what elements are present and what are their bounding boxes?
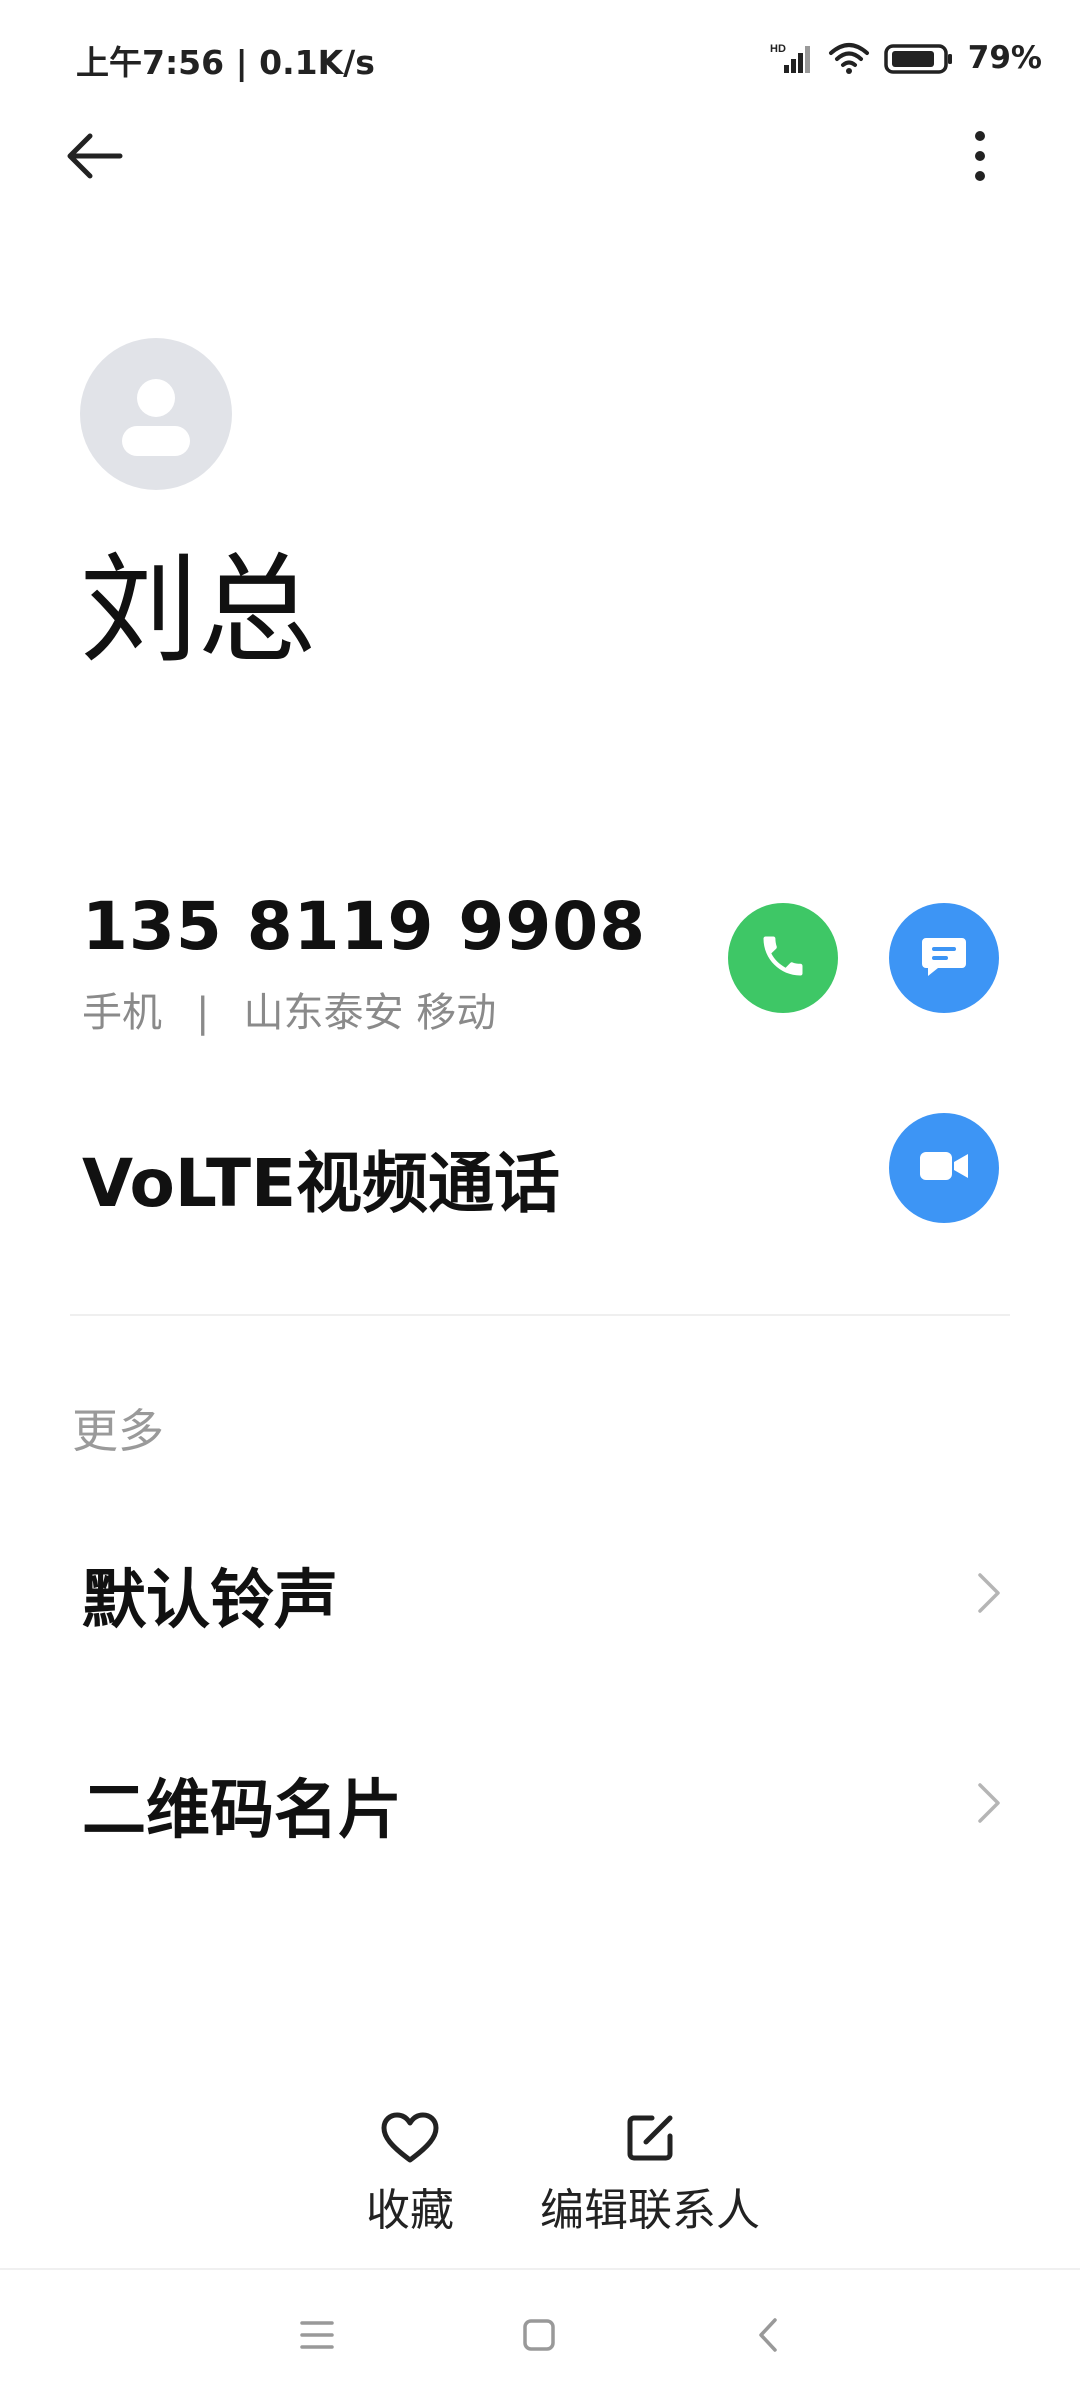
system-nav-bar [0, 2270, 1080, 2400]
contact-name: 刘总 [80, 541, 317, 679]
menu-icon [282, 2321, 352, 2374]
wifi-icon [828, 41, 870, 75]
edit-contact-label: 编辑联系人 [540, 2185, 760, 2236]
message-icon [918, 930, 970, 986]
home-button[interactable] [504, 2300, 574, 2370]
qr-card-label: 二维码名片 [82, 1774, 402, 1848]
status-bar: 上午7:56 | 0.1K/s HD 79% [0, 0, 1080, 118]
video-call-button[interactable] [889, 1113, 999, 1223]
phone-number[interactable]: 135 8119 9908 [82, 888, 646, 965]
message-button[interactable] [889, 903, 999, 1013]
heart-icon [340, 2110, 480, 2166]
qr-card-item[interactable]: 二维码名片 [0, 1710, 1080, 1900]
battery-level: 79% [967, 40, 1042, 76]
phone-location: 山东泰安 移动 [243, 990, 497, 1036]
system-back-button[interactable] [733, 2300, 803, 2370]
hd-signal-icon: HD [770, 41, 814, 75]
battery-icon [884, 41, 954, 75]
status-icons: HD 79% [770, 34, 1042, 82]
phone-meta-separator: | [196, 990, 210, 1036]
default-ringtone-item[interactable]: 默认铃声 [0, 1500, 1080, 1690]
phone-meta: 手机 | 山东泰安 移动 [82, 980, 496, 1038]
svg-text:HD: HD [770, 43, 786, 55]
favorite-button[interactable]: 收藏 [340, 2110, 480, 2250]
square-icon [504, 2319, 574, 2374]
chevron-right-icon [976, 1571, 1002, 1619]
more-section-label: 更多 [72, 1404, 164, 1458]
chevron-right-icon [976, 1781, 1002, 1829]
chevron-left-icon [733, 2318, 803, 2374]
section-divider [70, 1314, 1010, 1316]
favorite-label: 收藏 [366, 2185, 454, 2236]
back-button[interactable] [60, 126, 136, 186]
video-camera-icon [916, 1144, 972, 1192]
status-time-speed: 上午7:56 | 0.1K/s [76, 43, 375, 82]
avatar[interactable] [80, 338, 232, 490]
arrow-left-icon [60, 133, 136, 190]
default-ringtone-label: 默认铃声 [82, 1564, 338, 1638]
edit-icon [530, 2110, 770, 2166]
more-vertical-icon [950, 131, 1010, 190]
call-button[interactable] [728, 903, 838, 1013]
edit-contact-button[interactable]: 编辑联系人 [530, 2110, 770, 2250]
phone-icon [757, 930, 809, 986]
phone-type: 手机 [82, 990, 162, 1036]
volte-video-call-label: VoLTE视频通话 [82, 1145, 561, 1222]
recent-apps-button[interactable] [282, 2300, 352, 2370]
more-options-button[interactable] [950, 126, 1010, 186]
